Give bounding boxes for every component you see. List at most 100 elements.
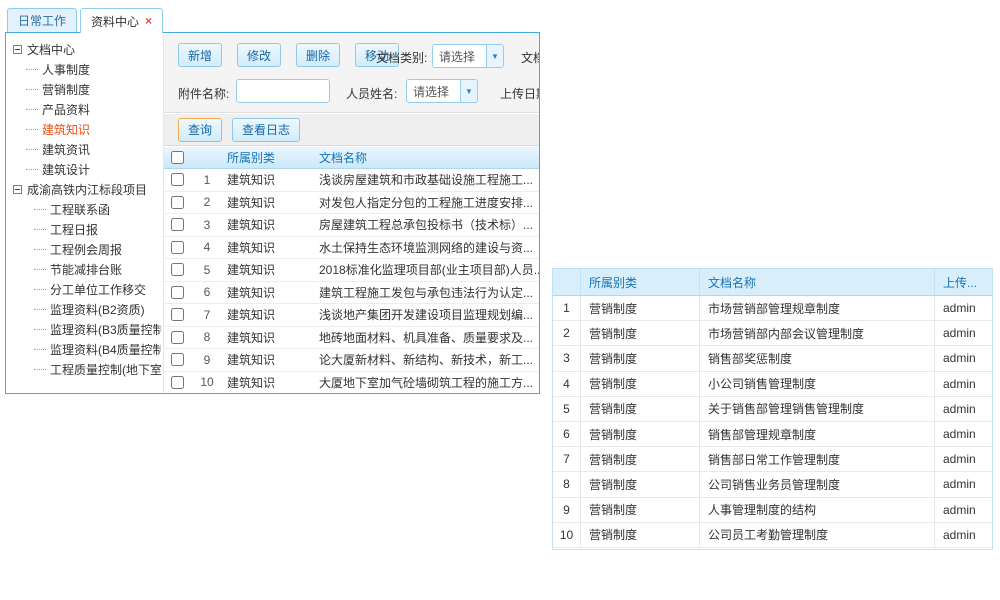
table-row[interactable]: 9建筑知识论大厦新材料、新结构、新技术，新工... (164, 349, 539, 372)
row-checkbox[interactable] (171, 353, 184, 366)
row-checkbox[interactable] (171, 308, 184, 321)
table-row[interactable]: 10建筑知识大厦地下室加气砼墙砌筑工程的施工方... (164, 372, 539, 394)
tree-item[interactable]: 建筑知识 (13, 119, 161, 139)
tree-item[interactable]: 分工单位工作移交 (13, 279, 161, 299)
tab-close-icon[interactable]: × (145, 15, 152, 27)
tree-item[interactable]: 建筑设计 (13, 159, 161, 179)
tree-connector (34, 329, 46, 330)
detail-header-row-number (553, 269, 581, 295)
attachment-input[interactable] (236, 79, 330, 103)
delete-button[interactable]: 删除 (296, 43, 340, 67)
table-row[interactable]: 3建筑知识房屋建筑工程总承包投标书（技术标）... (164, 214, 539, 237)
detail-row-number: 5 (553, 397, 581, 421)
tree-item[interactable]: 节能减排台账 (13, 259, 161, 279)
table-row[interactable]: 8建筑知识地砖地面材料、机具准备、质量要求及... (164, 327, 539, 350)
row-checkbox-cell (164, 169, 191, 191)
table-row[interactable]: 2建筑知识对发包人指定分包的工程施工进度安排... (164, 192, 539, 215)
row-doc-name: 建筑工程施工发包与承包违法行为认定... (313, 282, 539, 304)
detail-row-category: 营销制度 (581, 346, 700, 370)
query-button[interactable]: 查询 (178, 118, 222, 142)
view-log-button[interactable]: 查看日志 (232, 118, 300, 142)
detail-row-category: 营销制度 (581, 321, 700, 345)
content-panel: 新增修改删除移动 文档类别: 请选择 ▼ 文档 附件名称: 人员姓名: 请选择 … (164, 33, 539, 393)
tab-label: 日常工作 (18, 12, 66, 29)
tree-item[interactable]: 监理资料(B3质量控制) (13, 319, 161, 339)
tree-connector (34, 249, 46, 250)
row-checkbox-cell (164, 304, 191, 326)
add-button[interactable]: 新增 (178, 43, 222, 67)
edit-button[interactable]: 修改 (237, 43, 281, 67)
doc-category-label: 文档类别: (376, 49, 427, 66)
detail-table-row[interactable]: 2营销制度市场营销部内部会议管理制度admin (553, 321, 992, 346)
table-row[interactable]: 1建筑知识浅谈房屋建筑和市政基础设施工程施工... (164, 169, 539, 192)
row-checkbox[interactable] (171, 286, 184, 299)
detail-table-row[interactable]: 8营销制度公司销售业务员管理制度admin (553, 472, 992, 497)
detail-row-uploader: admin (935, 321, 992, 345)
detail-row-uploader: admin (935, 296, 992, 320)
row-checkbox[interactable] (171, 241, 184, 254)
tree-item-label: 建筑知识 (42, 121, 90, 138)
row-checkbox[interactable] (171, 376, 184, 389)
tree-item[interactable]: 营销制度 (13, 79, 161, 99)
detail-row-doc-name: 销售部奖惩制度 (700, 346, 935, 370)
row-doc-name: 浅谈地产集团开发建设项目监理规划编... (313, 304, 539, 326)
collapse-icon[interactable] (13, 185, 22, 194)
tree-item[interactable]: 工程联系函 (13, 199, 161, 219)
row-category: 建筑知识 (223, 237, 313, 259)
tree-item-label: 监理资料(B3质量控制) (50, 321, 161, 338)
row-doc-name: 地砖地面材料、机具准备、质量要求及... (313, 327, 539, 349)
tree-item-label: 建筑设计 (42, 161, 90, 178)
detail-table-row[interactable]: 1营销制度市场营销部管理规章制度admin (553, 296, 992, 321)
row-category: 建筑知识 (223, 304, 313, 326)
row-checkbox[interactable] (171, 196, 184, 209)
tree-item-label: 工程例会周报 (50, 241, 122, 258)
detail-table-row[interactable]: 9营销制度人事管理制度的结构admin (553, 498, 992, 523)
row-checkbox-cell (164, 259, 191, 281)
tree-root[interactable]: 成渝高铁内江标段项目 (13, 179, 161, 199)
detail-row-number: 1 (553, 296, 581, 320)
tree-item[interactable]: 建筑资讯 (13, 139, 161, 159)
detail-row-category: 营销制度 (581, 523, 700, 547)
person-select[interactable]: 请选择 ▼ (406, 79, 478, 103)
tree-item[interactable]: 监理资料(B2资质) (13, 299, 161, 319)
tree-item-label: 产品资料 (42, 101, 90, 118)
tab-daily-work[interactable]: 日常工作 (7, 8, 77, 32)
table-row[interactable]: 7建筑知识浅谈地产集团开发建设项目监理规划编... (164, 304, 539, 327)
tree-connector (34, 209, 46, 210)
tree-connector (26, 149, 38, 150)
tree-item[interactable]: 工程质量控制(地下室) (13, 359, 161, 379)
tree-item-label: 工程日报 (50, 221, 98, 238)
doc-category-select[interactable]: 请选择 ▼ (432, 44, 504, 68)
row-checkbox[interactable] (171, 173, 184, 186)
detail-row-category: 营销制度 (581, 498, 700, 522)
detail-table-row[interactable]: 6营销制度销售部管理规章制度admin (553, 422, 992, 447)
tree-item[interactable]: 产品资料 (13, 99, 161, 119)
tab-data-center[interactable]: 资料中心× (80, 8, 163, 33)
filter-area: 新增修改删除移动 文档类别: 请选择 ▼ 文档 附件名称: 人员姓名: 请选择 … (164, 33, 539, 113)
row-checkbox[interactable] (171, 218, 184, 231)
row-number: 2 (191, 192, 223, 214)
chevron-down-icon: ▼ (486, 45, 503, 67)
detail-table-row[interactable]: 5营销制度关于销售部管理销售管理制度admin (553, 397, 992, 422)
tree-item[interactable]: 人事制度 (13, 59, 161, 79)
tree-item[interactable]: 监理资料(B4质量控制) (13, 339, 161, 359)
detail-row-category: 营销制度 (581, 447, 700, 471)
window-body: 文档中心人事制度营销制度产品资料建筑知识建筑资讯建筑设计成渝高铁内江标段项目工程… (5, 32, 540, 394)
row-checkbox[interactable] (171, 331, 184, 344)
doc-table-header: 所属别类 文档名称 (164, 147, 539, 169)
table-row[interactable]: 5建筑知识2018标准化监理项目部(业主项目部)人员... (164, 259, 539, 282)
tree-item[interactable]: 工程例会周报 (13, 239, 161, 259)
detail-table-row[interactable]: 4营销制度小公司销售管理制度admin (553, 372, 992, 397)
tree-item[interactable]: 工程日报 (13, 219, 161, 239)
row-doc-name: 论大厦新材料、新结构、新技术，新工... (313, 349, 539, 371)
detail-table-row[interactable]: 7营销制度销售部日常工作管理制度admin (553, 447, 992, 472)
select-all-checkbox[interactable] (171, 151, 184, 164)
table-row[interactable]: 6建筑知识建筑工程施工发包与承包违法行为认定... (164, 282, 539, 305)
row-checkbox[interactable] (171, 263, 184, 276)
tree-root[interactable]: 文档中心 (13, 39, 161, 59)
detail-table-row[interactable]: 3营销制度销售部奖惩制度admin (553, 346, 992, 371)
table-row[interactable]: 4建筑知识水土保持生态环境监测网络的建设与资... (164, 237, 539, 260)
detail-row-number: 2 (553, 321, 581, 345)
collapse-icon[interactable] (13, 45, 22, 54)
detail-table-row[interactable]: 10营销制度公司员工考勤管理制度admin (553, 523, 992, 548)
